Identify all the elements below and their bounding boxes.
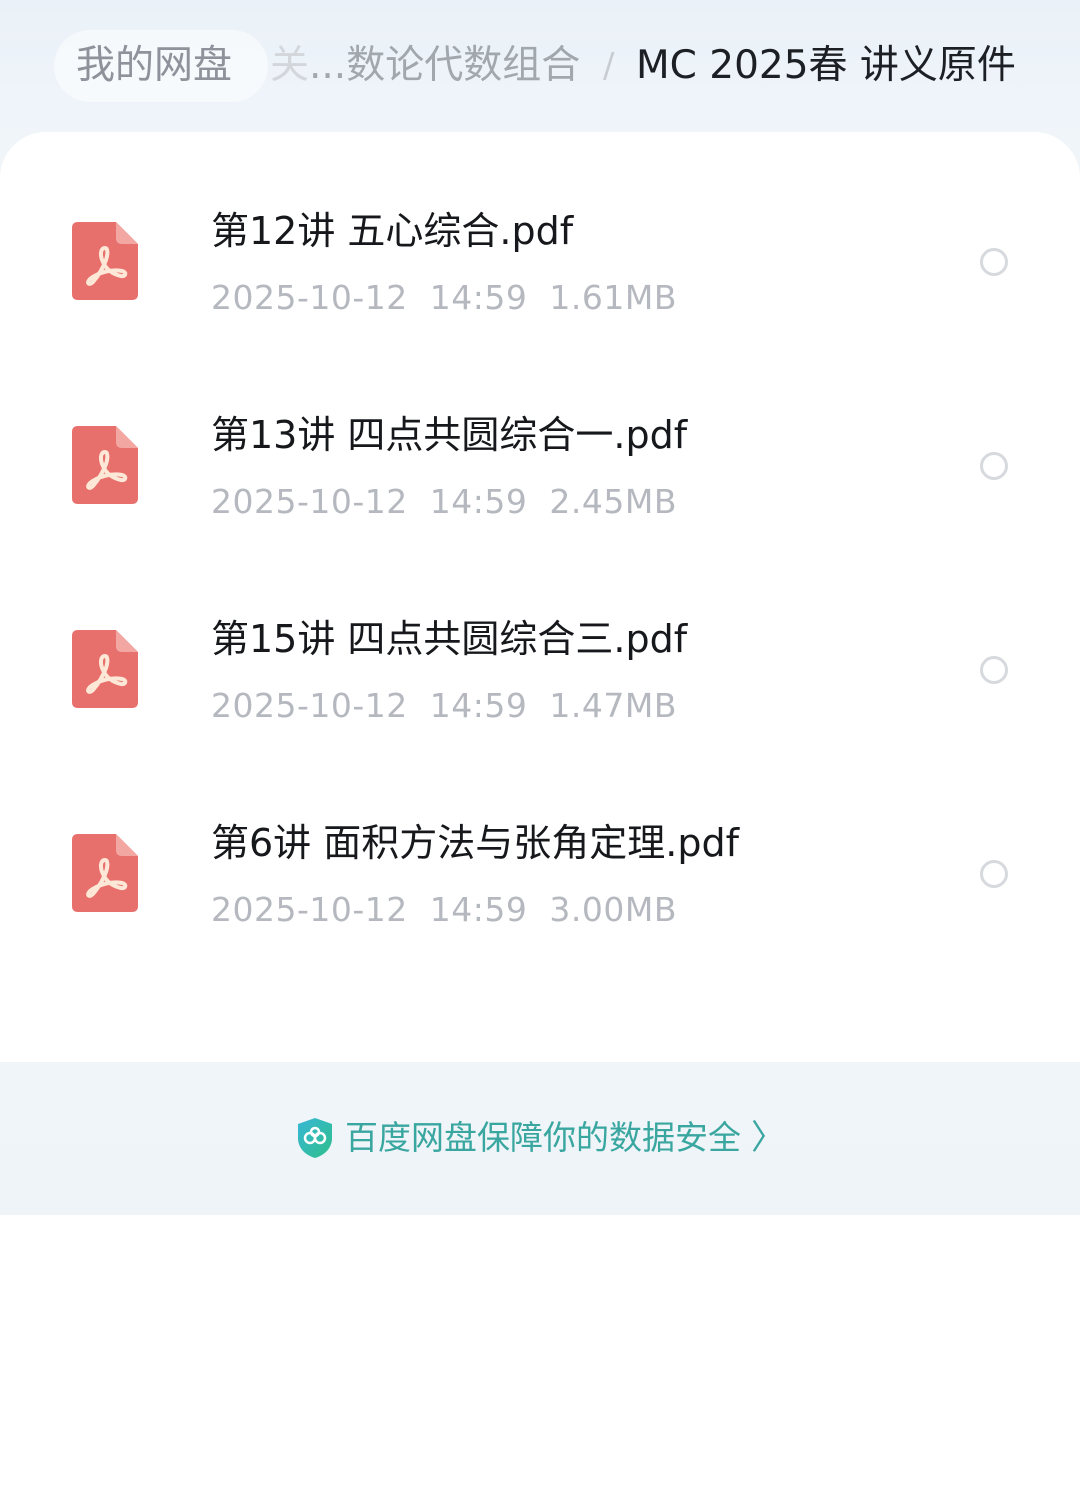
data-safety-banner[interactable]: 百度网盘保障你的数据安全 〉 xyxy=(0,1110,1080,1166)
pdf-icon xyxy=(72,834,138,912)
file-meta: 2025-10-12 14:59 1.61MB xyxy=(211,278,699,318)
file-date: 2025-10-12 xyxy=(211,482,408,521)
breadcrumb: 我的网盘 关...数论代数组合 / MC 2025春 讲义原件 xyxy=(0,0,1080,132)
file-time: 14:59 xyxy=(429,278,528,317)
breadcrumb-parent[interactable]: 关...数论代数组合 xyxy=(270,30,580,102)
safety-text: 百度网盘保障你的数据安全 xyxy=(345,1118,741,1157)
file-list: 第12讲 五心综合.pdf 2025-10-12 14:59 1.61MB 第13讲… xyxy=(0,132,1080,1062)
file-size: 1.61MB xyxy=(549,278,677,317)
file-size: 2.45MB xyxy=(549,482,677,521)
file-date: 2025-10-12 xyxy=(211,278,408,317)
file-time: 14:59 xyxy=(429,890,528,929)
file-meta: 2025-10-12 14:59 2.45MB xyxy=(211,482,699,522)
breadcrumb-root[interactable]: 我的网盘 xyxy=(54,30,268,102)
pdf-icon xyxy=(72,222,138,300)
list-item[interactable]: 第13讲 四点共圆综合一.pdf 2025-10-12 14:59 2.45MB xyxy=(0,396,1080,596)
breadcrumb-parent-label: ...数论代数组合 xyxy=(309,43,581,88)
file-date: 2025-10-12 xyxy=(211,890,408,929)
select-checkbox[interactable] xyxy=(980,452,1008,480)
select-checkbox[interactable] xyxy=(980,656,1008,684)
file-size: 3.00MB xyxy=(549,890,677,929)
file-date: 2025-10-12 xyxy=(211,686,408,725)
shield-icon xyxy=(298,1118,332,1158)
file-name: 第13讲 四点共圆综合一.pdf xyxy=(211,413,688,457)
chevron-right-icon: 〉 xyxy=(751,1118,785,1158)
breadcrumb-current: MC 2025春 讲义原件 xyxy=(636,43,1016,88)
file-meta: 2025-10-12 14:59 3.00MB xyxy=(211,890,699,930)
breadcrumb-parent-faded: 关 xyxy=(270,43,310,88)
file-time: 14:59 xyxy=(429,482,528,521)
pdf-icon xyxy=(72,630,138,708)
pdf-icon xyxy=(72,426,138,504)
file-time: 14:59 xyxy=(429,686,528,725)
file-meta: 2025-10-12 14:59 1.47MB xyxy=(211,686,699,726)
select-checkbox[interactable] xyxy=(980,860,1008,888)
file-name: 第15讲 四点共圆综合三.pdf xyxy=(211,617,688,661)
file-size: 1.47MB xyxy=(549,686,677,725)
list-item[interactable]: 第6讲 面积方法与张角定理.pdf 2025-10-12 14:59 3.00MB xyxy=(0,804,1080,1004)
file-name: 第12讲 五心综合.pdf xyxy=(211,209,574,253)
list-item[interactable]: 第12讲 五心综合.pdf 2025-10-12 14:59 1.61MB xyxy=(0,192,1080,392)
file-name: 第6讲 面积方法与张角定理.pdf xyxy=(211,821,739,865)
breadcrumb-separator: / xyxy=(603,46,615,86)
select-checkbox[interactable] xyxy=(980,248,1008,276)
list-item[interactable]: 第15讲 四点共圆综合三.pdf 2025-10-12 14:59 1.47MB xyxy=(0,600,1080,800)
